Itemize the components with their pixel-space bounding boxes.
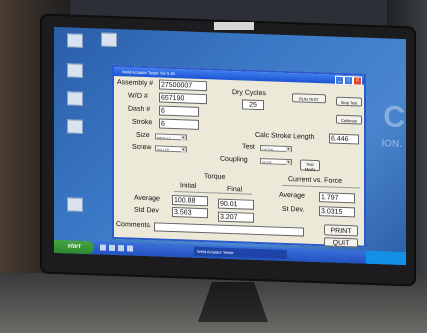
test-mods-button[interactable]: Test Mod's (300, 159, 320, 172)
assembly-label: Assembly # (117, 79, 154, 88)
comments-field[interactable] (154, 222, 304, 237)
window-title: Weld Actuator Tester Ver 5.45 (122, 69, 175, 77)
dry-cycles-label: Dry Cycles (232, 89, 266, 98)
chevron-down-icon: ▼ (181, 147, 186, 153)
size-label: Size (136, 131, 150, 140)
desktop-icon[interactable] (58, 33, 92, 49)
desktop-wallpaper-text: ION. (381, 138, 402, 151)
current-vs-force-divider (282, 184, 360, 189)
desktop-icon[interactable] (58, 119, 92, 135)
current-force-stddev-label: St Dev. (282, 205, 305, 214)
maximize-button[interactable]: □ (344, 75, 353, 86)
size-select[interactable]: Select a V ▼ (155, 133, 187, 141)
current-force-average-field[interactable]: 1.797 (319, 192, 355, 204)
run-test-button[interactable]: RUN TEST (292, 93, 326, 104)
test-select[interactable]: Full Test ▼ (260, 145, 292, 153)
quick-launch-icon[interactable] (118, 245, 124, 252)
test-label: Test (242, 143, 255, 151)
coupling-select[interactable]: INLINE ▼ (260, 158, 292, 166)
calibrate-button[interactable]: Calibrate (336, 114, 362, 125)
dry-cycles-field[interactable]: 25 (242, 99, 264, 111)
current-force-stddev-field[interactable]: 3.0315 (319, 206, 355, 218)
dash-label: Dash # (128, 105, 151, 114)
chevron-down-icon: ▼ (286, 146, 291, 153)
desktop-screen: C ION. Weld Actuator Tester Ver 5.45 _ □… (54, 26, 406, 266)
torque-final-stddev-field[interactable]: 3.207 (218, 211, 254, 223)
system-tray (366, 250, 406, 266)
desktop-icon[interactable] (58, 91, 92, 107)
stroke-label: Stroke (132, 118, 153, 127)
torque-stddev-label: Std Dev (134, 206, 159, 215)
torque-initial-average-field[interactable]: 100.88 (172, 194, 208, 207)
calc-stroke-length-label: Calc Stroke Length (255, 131, 315, 141)
taskbar-item-weld-actuator-tester[interactable]: Weld Actuator Tester (194, 246, 287, 259)
screw-select[interactable]: ROLLER ▼ (155, 145, 187, 153)
stop-test-button[interactable]: Stop Test (336, 96, 362, 107)
weld-actuator-tester-window: Weld Actuator Tester Ver 5.45 _ □ X Asse… (112, 64, 366, 248)
current-force-average-label: Average (279, 191, 305, 200)
torque-average-label: Average (134, 194, 160, 203)
torque-header: Torque (204, 173, 226, 181)
quit-button[interactable]: QUIT (324, 237, 358, 248)
screw-label: Screw (132, 143, 152, 152)
quick-launch-icon[interactable] (100, 244, 106, 251)
print-button[interactable]: PRINT (324, 224, 358, 237)
wo-label: W/O # (128, 92, 148, 101)
stroke-field[interactable]: 6 (159, 118, 199, 130)
wo-field[interactable]: 657190 (159, 92, 207, 105)
torque-initial-stddev-field[interactable]: 3.563 (172, 206, 208, 219)
assembly-field[interactable]: 27500007 (159, 79, 207, 92)
dash-field[interactable]: 6 (159, 105, 199, 117)
calc-stroke-length-field[interactable]: 6.446 (329, 133, 359, 145)
desktop-icon[interactable] (58, 197, 92, 213)
desktop-icon[interactable] (58, 63, 92, 79)
comments-label: Comments (116, 221, 150, 230)
coupling-label: Coupling (220, 155, 248, 164)
chevron-down-icon: ▼ (286, 159, 291, 166)
desktop-icon[interactable] (92, 32, 126, 48)
quick-launch-icon[interactable] (109, 244, 115, 251)
monitor-brand-label (214, 22, 254, 30)
start-button[interactable]: start (54, 239, 94, 255)
quick-launch-icon[interactable] (127, 245, 133, 252)
minimize-button[interactable]: _ (335, 75, 344, 85)
torque-initial-label: Initial (180, 182, 197, 190)
desktop-wallpaper-logo: C (383, 100, 404, 135)
chevron-down-icon: ▼ (181, 135, 186, 141)
close-button[interactable]: X (353, 76, 362, 86)
torque-final-average-field[interactable]: 90.01 (218, 198, 254, 210)
current-vs-force-header: Current vs. Force (288, 176, 343, 185)
